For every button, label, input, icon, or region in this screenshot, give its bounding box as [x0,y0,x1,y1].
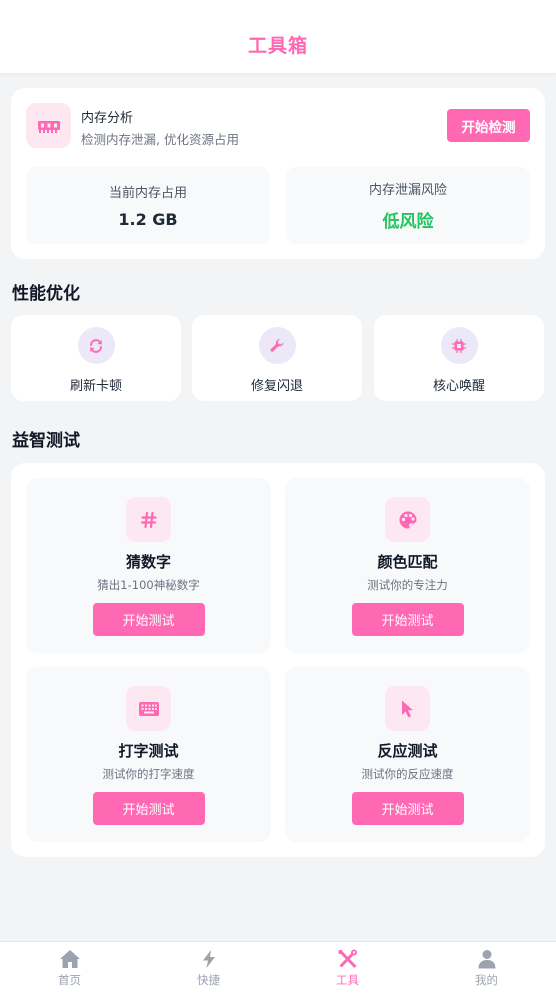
game-title: 反应测试 [377,742,438,760]
stat-label: 内存泄漏风险 [368,183,447,198]
game-title: 猜数字 [125,553,171,571]
hashtag-icon [126,497,171,542]
memory-chip-icon [26,103,71,148]
cpu-icon [440,327,478,364]
top-header: 工具箱 [0,0,556,74]
memory-leak-risk-stat: 内存泄漏风险 低风险 [286,167,530,244]
start-test-button[interactable]: 开始测试 [92,603,205,636]
bottom-tab-bar: 首页 快捷 工具 我的 [0,941,556,993]
stat-label: 当前内存占用 [108,186,187,201]
page-title: 工具箱 [247,35,308,57]
risk-level-value: 低风险 [382,212,434,232]
color-match-tile: 颜色匹配 测试你的专注力 开始测试 [285,478,530,653]
tab-label: 我的 [475,973,498,987]
wrench-icon [258,327,296,364]
game-description: 猜出1-100神秘数字 [97,578,200,592]
game-description: 测试你的反应速度 [361,767,454,781]
game-description: 测试你的打字速度 [102,767,195,781]
keyboard-icon [126,686,171,731]
option-label: 核心唤醒 [432,379,485,394]
memory-analysis-card: 内存分析 检测内存泄漏, 优化资源占用 开始检测 当前内存占用 1.2 GB 内… [11,88,545,259]
tab-label: 快捷 [197,973,220,987]
start-test-button[interactable]: 开始测试 [351,603,464,636]
tab-shortcuts[interactable]: 快捷 [139,942,278,993]
core-wakeup-button[interactable]: 核心唤醒 [374,315,544,401]
memory-analysis-description: 检测内存泄漏, 优化资源占用 [81,132,239,147]
user-icon [478,950,495,969]
tools-icon [338,949,357,968]
current-memory-usage-stat: 当前内存占用 1.2 GB [26,167,270,244]
typing-test-tile: 打字测试 测试你的打字速度 开始测试 [26,667,271,842]
memory-analysis-title: 内存分析 [81,111,134,126]
option-label: 修复闪退 [250,379,303,394]
start-test-button[interactable]: 开始测试 [92,792,205,825]
start-test-button[interactable]: 开始测试 [351,792,464,825]
game-title: 颜色匹配 [377,553,438,571]
tab-label: 工具 [336,973,359,987]
guess-number-tile: 猜数字 猜出1-100神秘数字 开始测试 [26,478,271,653]
bolt-icon [202,950,215,968]
stat-value: 1.2 GB [118,210,178,229]
tab-profile[interactable]: 我的 [417,942,556,993]
tab-tools[interactable]: 工具 [278,942,417,993]
game-description: 测试你的专注力 [367,578,448,592]
refresh-lag-button[interactable]: 刷新卡顿 [11,315,181,401]
reaction-test-tile: 反应测试 测试你的反应速度 开始测试 [285,667,530,842]
tab-home[interactable]: 首页 [0,942,139,993]
option-label: 刷新卡顿 [69,379,122,394]
fix-crash-button[interactable]: 修复闪退 [192,315,362,401]
tab-label: 首页 [58,973,81,987]
performance-section-title: 性能优化 [12,284,80,304]
pointer-icon [385,686,430,731]
refresh-icon [77,327,115,364]
palette-icon [385,497,430,542]
games-section-title: 益智测试 [12,431,80,451]
home-icon [59,950,80,968]
game-title: 打字测试 [118,742,179,760]
start-detection-button[interactable]: 开始检测 [447,109,530,142]
games-card: 猜数字 猜出1-100神秘数字 开始测试 颜色匹配 测试你的专注力 开始测试 打… [11,463,545,857]
